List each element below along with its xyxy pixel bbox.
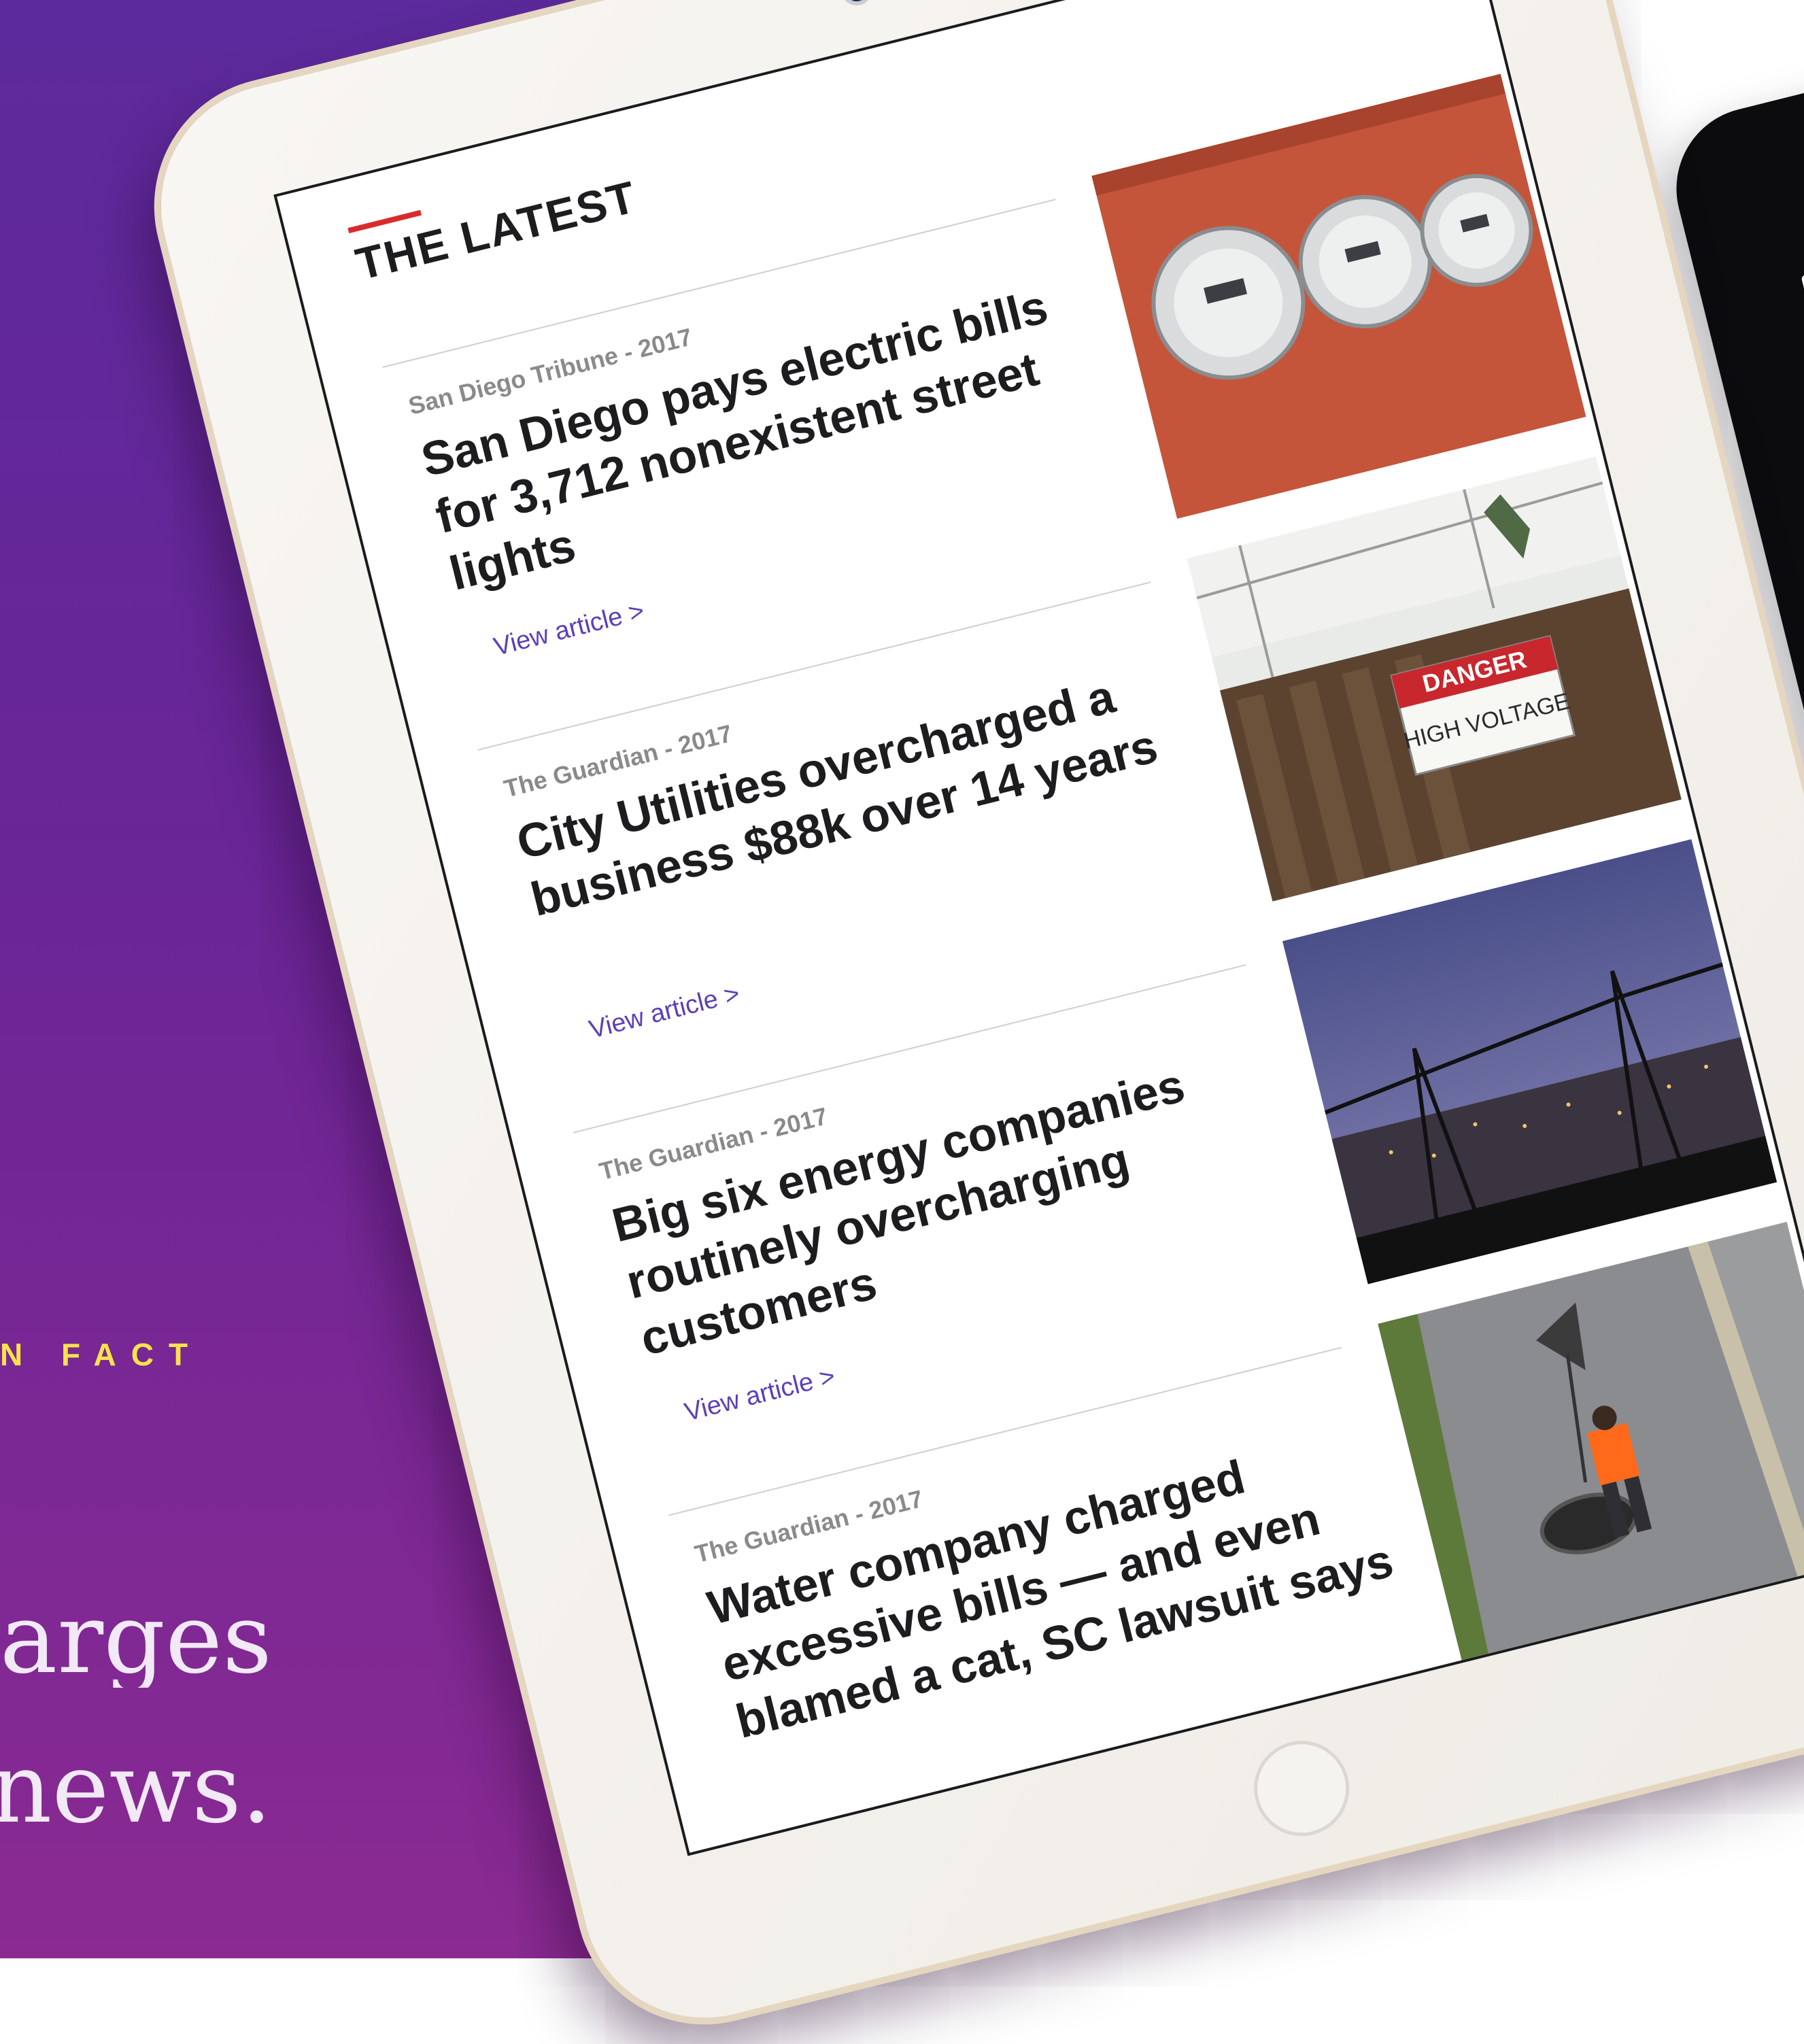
view-article-link[interactable]: View article > — [682, 1362, 838, 1427]
dark-device-screen — [1801, 207, 1804, 870]
camera-icon — [837, 0, 876, 9]
view-article-link[interactable]: View article > — [789, 1791, 945, 1856]
home-button[interactable] — [1244, 1731, 1360, 1847]
tablet-screen: THE LATEST San Diego Tribune - 2017 San … — [273, 0, 1804, 1856]
section-title: THE LATEST — [350, 171, 642, 290]
article-headline[interactable]: San Diego pays electric bills for 3,712 … — [415, 268, 1118, 602]
tagline-line-2: news. — [0, 1741, 272, 1837]
view-article-link[interactable]: View article > — [586, 979, 743, 1044]
tagline-line-1: arges — [0, 1591, 272, 1688]
electric-meters-image[interactable] — [1091, 73, 1586, 519]
eyebrow-text: N FACT — [0, 1337, 203, 1372]
view-article-link[interactable]: View article > — [491, 596, 647, 662]
